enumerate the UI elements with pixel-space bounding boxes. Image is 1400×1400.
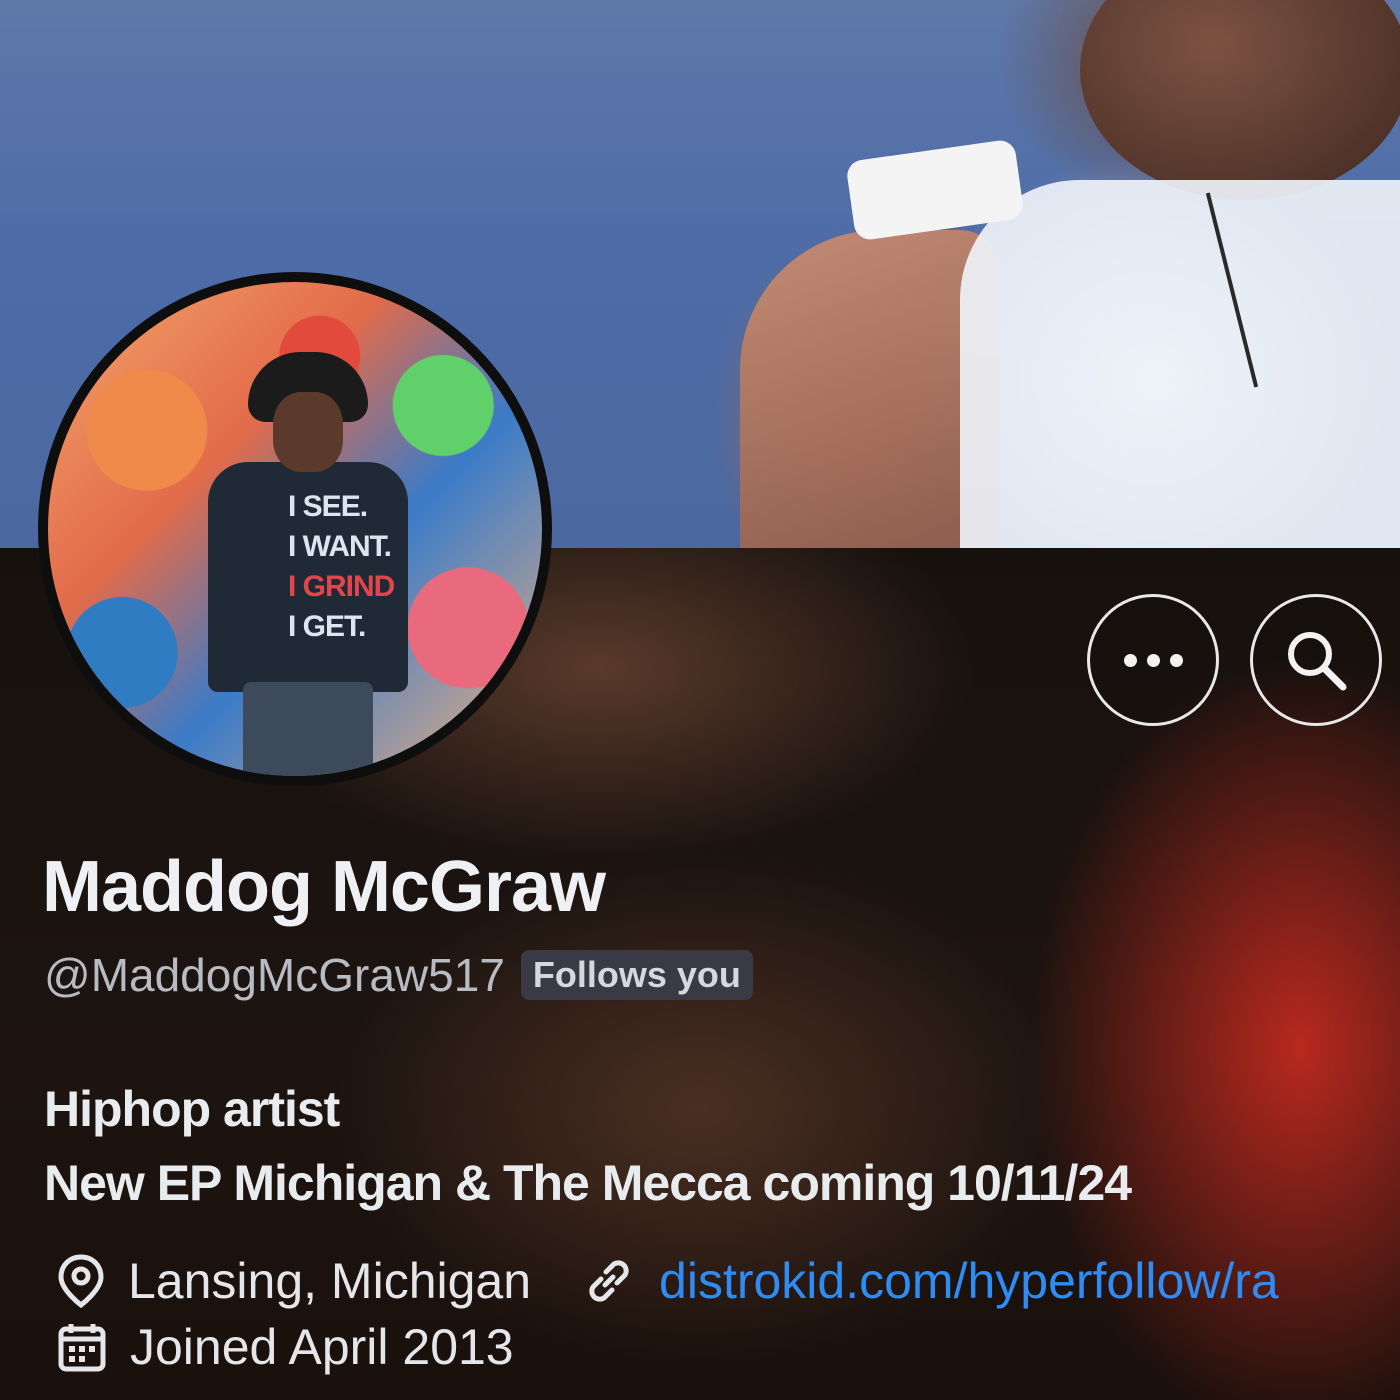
bio-line-1: Hiphop artist	[44, 1081, 340, 1137]
location-pin-icon	[56, 1254, 106, 1308]
search-button[interactable]	[1250, 594, 1382, 726]
shirt-line-4: I GET.	[288, 610, 366, 643]
profile-meta-row: Lansing, Michigan distrokid.com/hyperfol…	[56, 1252, 1279, 1310]
banner-person-head	[1080, 0, 1400, 200]
search-icon	[1283, 627, 1349, 693]
profile-avatar[interactable]: I SEE. I WANT. I GRIND I GET.	[38, 272, 552, 786]
calendar-icon	[56, 1321, 108, 1373]
joined-item: Joined April 2013	[56, 1318, 514, 1376]
avatar-jeans	[243, 682, 373, 776]
more-horizontal-icon	[1123, 653, 1183, 667]
more-options-button[interactable]	[1087, 594, 1219, 726]
shirt-line-2: I WANT.	[288, 530, 392, 563]
bio-line-2: New EP Michigan & The Mecca coming 10/11…	[44, 1155, 1132, 1211]
link-icon	[581, 1253, 637, 1309]
display-name: Maddog McGraw	[42, 847, 606, 927]
avatar-shirt-text: I SEE. I WANT. I GRIND I GET.	[288, 487, 408, 647]
profile-bio: Hiphop artist New EP Michigan & The Mecc…	[44, 1072, 1132, 1220]
banner-person-shirt	[960, 180, 1400, 548]
location-item: Lansing, Michigan	[56, 1252, 531, 1310]
profile-joined-row: Joined April 2013	[56, 1318, 514, 1376]
user-handle: @MaddogMcGraw517	[44, 949, 505, 1001]
shirt-line-1: I SEE.	[288, 490, 368, 523]
website-item[interactable]: distrokid.com/hyperfollow/ra	[581, 1252, 1279, 1310]
shirt-line-3: I GRIND	[288, 570, 395, 603]
avatar-face	[273, 392, 343, 472]
location-text: Lansing, Michigan	[128, 1253, 532, 1309]
joined-text: Joined April 2013	[130, 1319, 514, 1375]
handle-row: @MaddogMcGraw517 Follows you	[44, 948, 753, 1002]
website-link[interactable]: distrokid.com/hyperfollow/ra	[659, 1252, 1279, 1310]
follows-you-badge: Follows you	[520, 950, 753, 1000]
